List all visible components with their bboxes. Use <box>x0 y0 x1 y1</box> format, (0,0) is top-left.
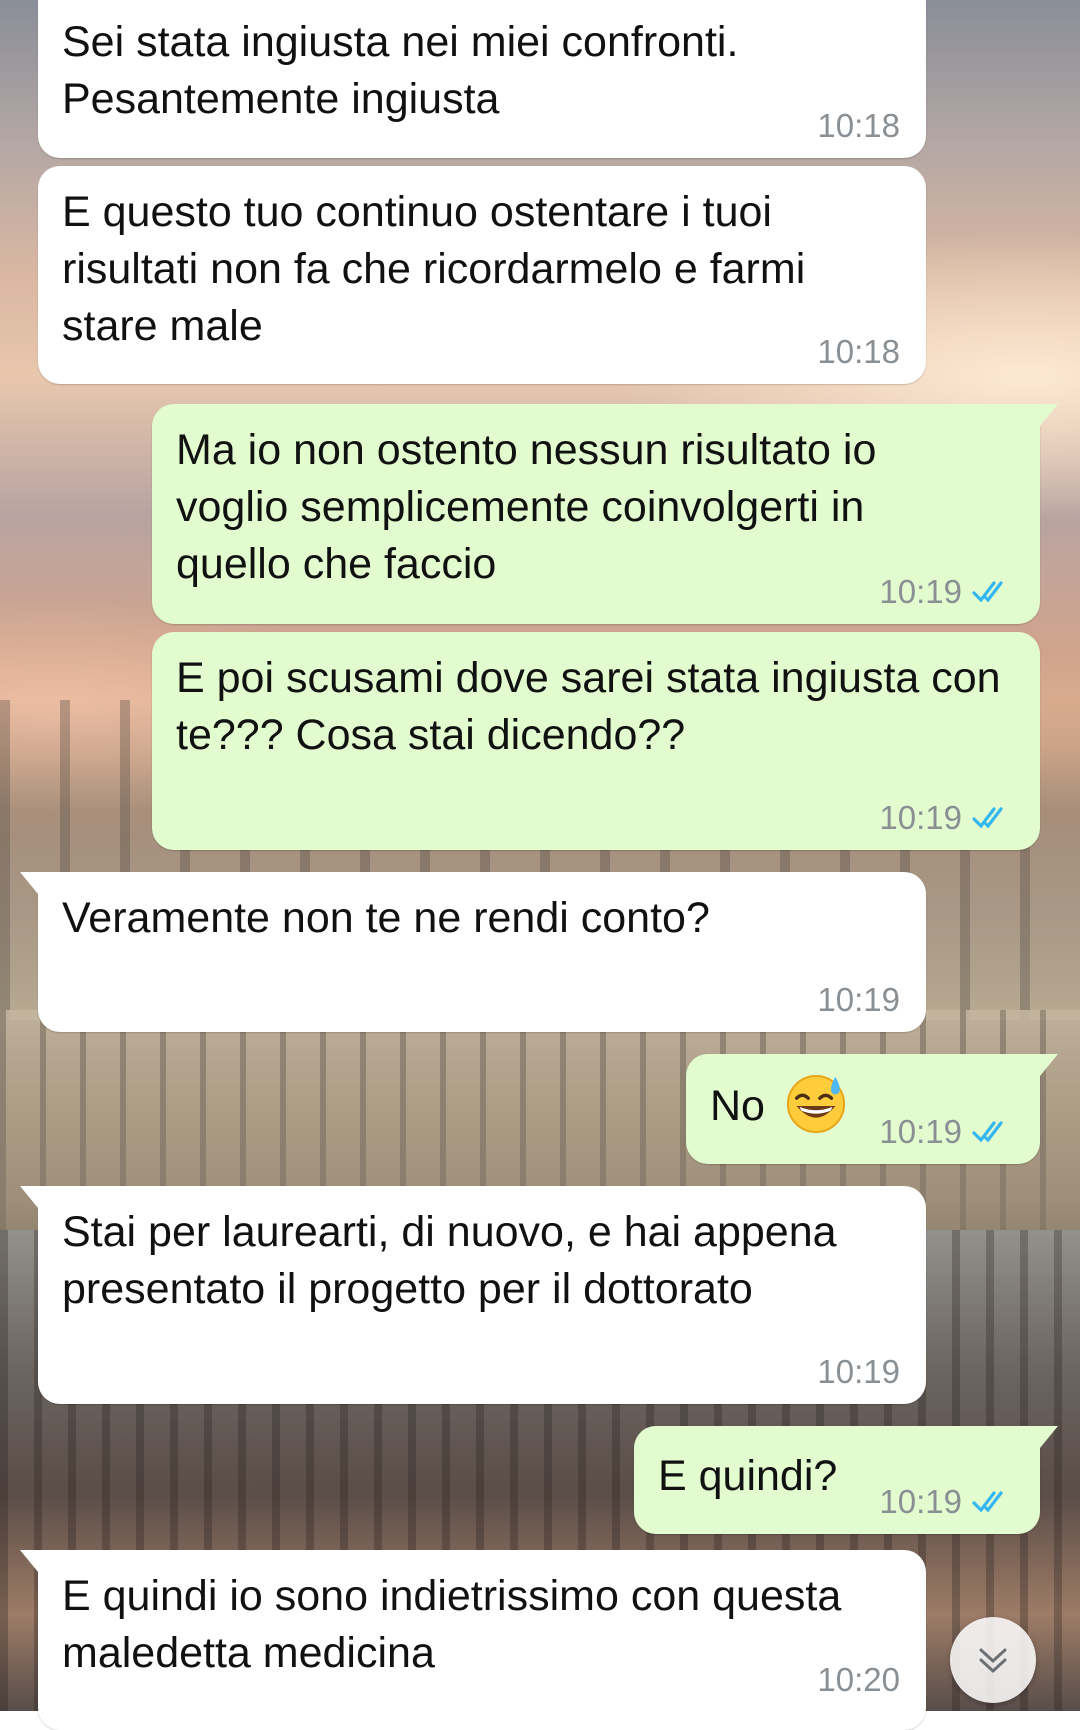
message-time: 10:19 <box>817 1353 900 1390</box>
message-time: 10:19 <box>879 799 962 836</box>
double-check-icon <box>972 1121 1003 1143</box>
message-text: No <box>710 1082 765 1130</box>
message-meta: 10:19 <box>817 980 900 1020</box>
double-check-icon <box>972 807 1003 829</box>
message-bubble-outgoing[interactable]: E poi scusami dove sarei stata ingiusta … <box>152 632 1040 850</box>
message-meta: 10:19 <box>879 798 1014 838</box>
grinning-face-with-sweat-icon <box>786 1074 846 1133</box>
message-time: 10:19 <box>879 573 962 610</box>
message-meta: 10:19 <box>879 572 1014 612</box>
message-meta: 10:18 <box>817 106 900 146</box>
double-check-icon <box>972 1491 1003 1513</box>
message-bubble-outgoing[interactable]: E quindi? 10:19 <box>634 1426 1058 1534</box>
message-meta: 10:18 <box>817 332 900 372</box>
message-time: 10:20 <box>817 1661 900 1698</box>
message-time: 10:18 <box>817 107 900 144</box>
message-time: 10:18 <box>817 333 900 370</box>
message-bubble-incoming[interactable]: Stai per laurearti, di nuovo, e hai appe… <box>20 1186 926 1404</box>
message-text: E poi scusami dove sarei stata ingiusta … <box>176 654 1001 759</box>
message-text: Ma io non ostento nessun risultato io vo… <box>176 426 877 588</box>
message-text: Veramente non te ne rendi conto? <box>62 894 710 942</box>
message-meta: 10:20 <box>817 1660 900 1700</box>
message-text: E quindi io sono indietrissimo con quest… <box>62 1572 842 1677</box>
chevron-down-icon <box>979 1648 1007 1673</box>
message-bubble-outgoing[interactable]: No 10:19 <box>686 1054 1058 1164</box>
message-bubble-outgoing[interactable]: Ma io non ostento nessun risultato io vo… <box>152 404 1058 624</box>
message-bubble-incoming[interactable]: Sei stata ingiusta nei miei confronti. P… <box>38 0 926 158</box>
message-time: 10:19 <box>879 1483 962 1520</box>
message-list[interactable]: Sei stata ingiusta nei miei confronti. P… <box>0 0 1080 1730</box>
message-text: E questo tuo continuo ostentare i tuoi r… <box>62 188 806 350</box>
scroll-to-bottom-button[interactable] <box>950 1617 1036 1703</box>
message-time: 10:19 <box>879 1113 962 1150</box>
message-time: 10:19 <box>817 981 900 1018</box>
message-meta: 10:19 <box>879 1112 1014 1152</box>
message-bubble-incoming[interactable]: Veramente non te ne rendi conto? 10:19 <box>20 872 926 1032</box>
message-meta: 10:19 <box>879 1482 1014 1522</box>
message-bubble-incoming[interactable]: E quindi io sono indietrissimo con quest… <box>20 1550 926 1730</box>
message-text: Sei stata ingiusta nei miei confronti. P… <box>62 18 739 123</box>
message-text: Stai per laurearti, di nuovo, e hai appe… <box>62 1208 837 1313</box>
double-check-icon <box>972 581 1003 603</box>
message-bubble-incoming[interactable]: E questo tuo continuo ostentare i tuoi r… <box>38 166 926 384</box>
message-meta: 10:19 <box>817 1352 900 1392</box>
